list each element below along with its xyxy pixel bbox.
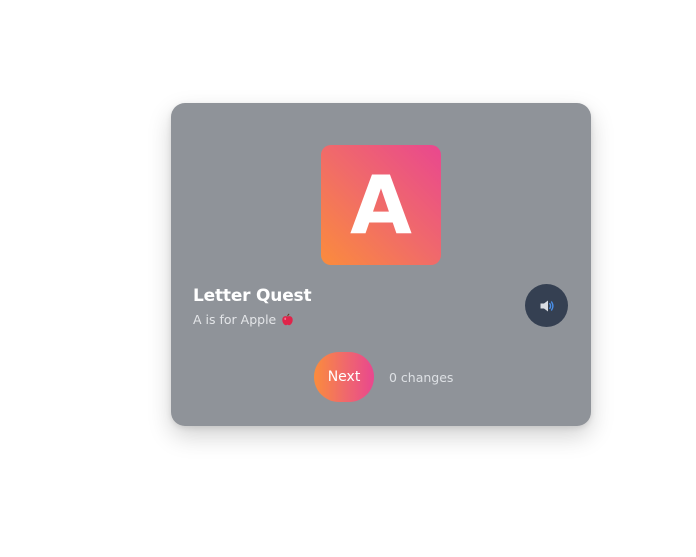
apple-icon <box>281 313 294 326</box>
card-subtitle: A is for Apple <box>193 312 294 327</box>
letter-tile: A <box>321 145 441 265</box>
changes-count: 0 changes <box>389 370 454 385</box>
subtitle-text: A is for Apple <box>193 312 277 327</box>
letter-glyph: A <box>350 159 412 252</box>
letter-card: A Letter Quest A is for Apple Next 0 cha… <box>171 103 591 426</box>
card-title: Letter Quest <box>193 286 312 306</box>
next-button[interactable]: Next <box>314 352 374 402</box>
speaker-icon <box>540 300 554 311</box>
page: A Letter Quest A is for Apple Next 0 cha… <box>0 0 696 557</box>
play-sound-button[interactable] <box>525 284 568 327</box>
